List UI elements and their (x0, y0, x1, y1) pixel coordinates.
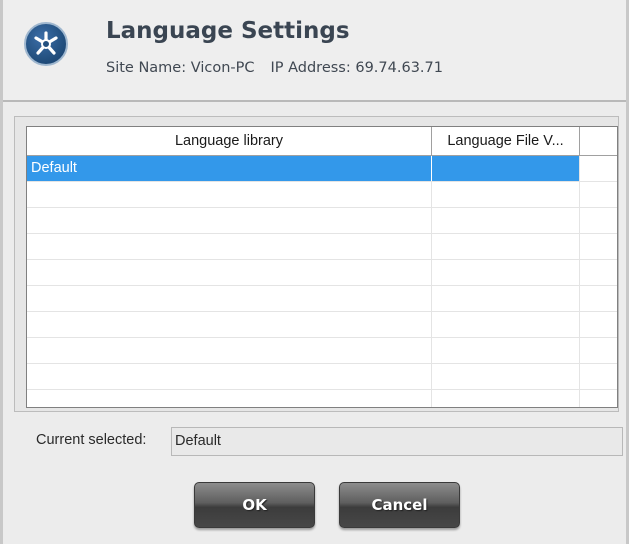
cell-language-file-version (432, 364, 580, 389)
cell-language-file-version (432, 156, 580, 181)
dialog-header: Language Settings Site Name: Vicon-PC IP … (3, 0, 626, 102)
table-row[interactable] (27, 364, 617, 390)
cell-language-file-version (432, 208, 580, 233)
current-selected-field: Default (171, 427, 623, 456)
ok-button[interactable]: OK (194, 482, 315, 528)
table-row[interactable] (27, 234, 617, 260)
cell-language-library (27, 312, 432, 337)
cell-language-library (27, 234, 432, 259)
language-settings-dialog: Language Settings Site Name: Vicon-PC IP … (0, 0, 629, 544)
cell-language-library (27, 208, 432, 233)
table-header: Language library Language File V... (27, 127, 617, 156)
column-header-language-library[interactable]: Language library (27, 127, 432, 155)
table-row[interactable] (27, 260, 617, 286)
cell-language-file-version (432, 390, 580, 407)
table-row[interactable]: Default (27, 156, 617, 182)
cell-language-library (27, 364, 432, 389)
cell-language-file-version (432, 338, 580, 363)
column-header-language-file-version[interactable]: Language File V... (432, 127, 580, 155)
table-row[interactable] (27, 182, 617, 208)
cell-language-file-version (432, 286, 580, 311)
site-info: Site Name: Vicon-PC IP Address: 69.74.63.… (106, 60, 459, 76)
cell-language-file-version (432, 182, 580, 207)
cancel-button[interactable]: Cancel (339, 482, 460, 528)
table-row[interactable] (27, 390, 617, 407)
cell-language-library (27, 286, 432, 311)
ip-address: IP Address: 69.74.63.71 (270, 60, 443, 76)
site-name: Site Name: Vicon-PC (106, 60, 255, 76)
vicon-logo-icon (24, 22, 68, 66)
cell-language-library (27, 182, 432, 207)
current-selected-label: Current selected: (36, 432, 147, 448)
dialog-title: Language Settings (106, 18, 350, 44)
table-row[interactable] (27, 208, 617, 234)
cell-language-library: Default (27, 156, 432, 181)
cell-language-library (27, 260, 432, 285)
cell-language-file-version (432, 234, 580, 259)
cell-language-library (27, 390, 432, 407)
cell-language-file-version (432, 260, 580, 285)
table-row[interactable] (27, 338, 617, 364)
table-body: Default (27, 156, 617, 407)
cell-language-library (27, 338, 432, 363)
language-table[interactable]: Language library Language File V... Defa… (26, 126, 618, 408)
table-row[interactable] (27, 286, 617, 312)
cell-language-file-version (432, 312, 580, 337)
table-row[interactable] (27, 312, 617, 338)
